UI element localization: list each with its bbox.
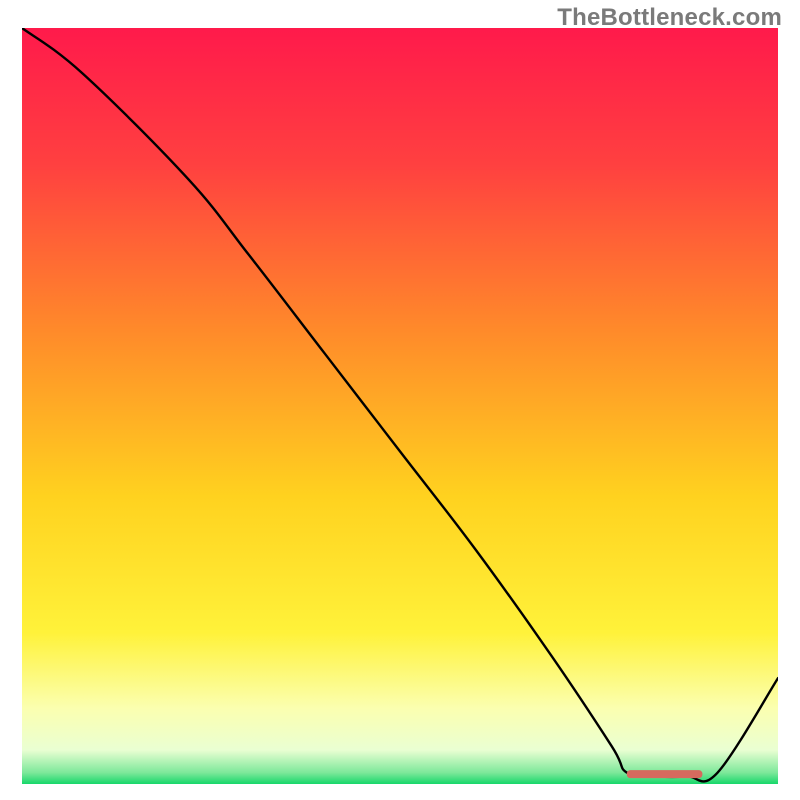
chart-plot-area — [22, 28, 778, 784]
chart-stage: TheBottleneck.com — [0, 0, 800, 800]
valley-marker — [627, 770, 703, 778]
chart-svg — [22, 28, 778, 784]
gradient-background — [22, 28, 778, 784]
